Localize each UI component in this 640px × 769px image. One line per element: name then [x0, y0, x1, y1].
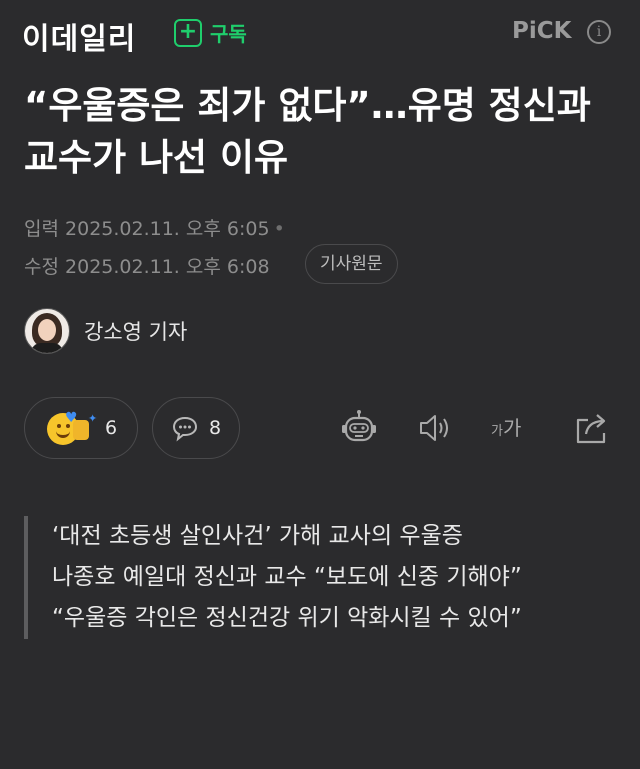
modified-label: 수정 — [24, 256, 59, 278]
info-icon[interactable]: i — [587, 20, 611, 44]
subscribe-label: 구독 — [210, 22, 247, 46]
plus-icon: + — [174, 18, 202, 47]
pick-badge: PiCK — [512, 18, 572, 44]
font-size-icon: 가가 — [491, 416, 522, 440]
reaction-count: 6 — [104, 417, 118, 439]
original-article-button[interactable]: 기사원문 — [305, 244, 398, 284]
input-time: 2025.02.11. 오후 6:05 — [65, 218, 270, 240]
top-bar: 이데일리 + 구독 PiCK i — [0, 0, 640, 68]
share-button[interactable] — [572, 408, 612, 448]
listen-button[interactable] — [415, 408, 455, 448]
lede-line: “우울증 각인은 정신건강 위기 악화시킬 수 있어” — [52, 605, 522, 631]
font-size-button[interactable]: 가가 — [491, 408, 531, 448]
lede-line: ‘대전 초등생 살인사건’ 가해 교사의 우울증 — [52, 523, 463, 549]
reaction-emoji-icon: ♥ ✦ — [45, 410, 97, 446]
subscribe-button[interactable]: + 구독 — [174, 18, 247, 47]
share-icon — [576, 414, 606, 444]
article-headline: “우울증은 죄가 없다”…유명 정신과 교수가 나선 이유 — [24, 84, 591, 179]
reporter-name: 강소영 기자 — [84, 320, 188, 344]
robot-summary-icon — [342, 410, 376, 442]
lede-line: 나종호 예일대 정신과 교수 “보도에 신중 기해야” — [52, 564, 522, 590]
reporter-avatar — [24, 308, 70, 354]
input-datetime: 입력 2025.02.11. 오후 6:05 • — [24, 214, 285, 241]
modified-time: 2025.02.11. 오후 6:08 — [65, 256, 270, 278]
input-label: 입력 — [24, 218, 59, 240]
comment-bubble-icon — [172, 416, 197, 442]
comment-count: 8 — [208, 417, 222, 439]
speaker-icon — [420, 415, 448, 441]
modified-datetime: 수정 2025.02.11. 오후 6:08 — [24, 252, 270, 279]
robot-summary-button[interactable] — [339, 408, 379, 448]
separator-dot-icon: • — [273, 218, 285, 240]
brand-logo[interactable]: 이데일리 — [22, 14, 136, 58]
comment-button[interactable]: 8 — [152, 397, 240, 459]
reaction-button[interactable]: ♥ ✦ 6 — [24, 397, 138, 459]
article-lede: ‘대전 초등생 살인사건’ 가해 교사의 우울증 나종호 예일대 정신과 교수 … — [24, 516, 624, 639]
reporter-byline[interactable]: 강소영 기자 — [24, 308, 187, 354]
